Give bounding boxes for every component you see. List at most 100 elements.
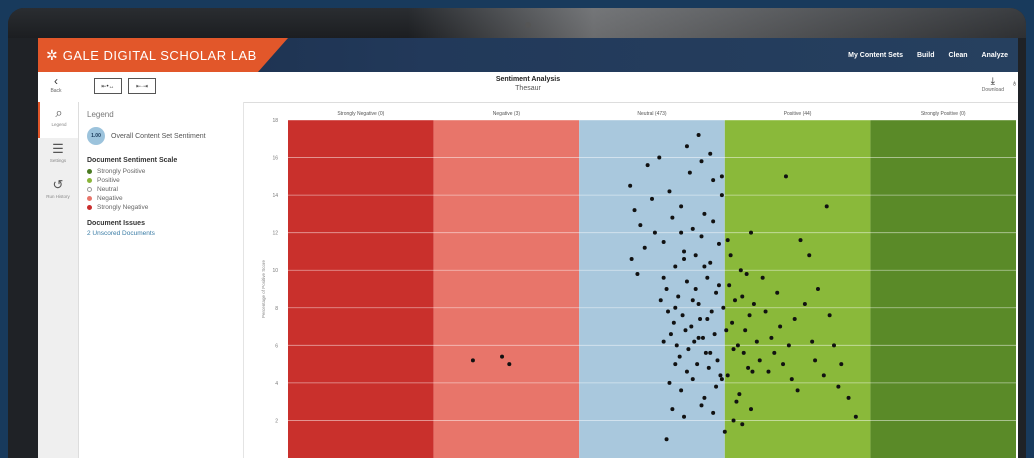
data-point: [683, 328, 688, 333]
overall-sentiment: 1.00 Overall Content Set Sentiment: [87, 127, 235, 145]
brand-logo[interactable]: ✲ GALE DIGITAL SCHOLAR LAB: [38, 38, 288, 72]
data-point: [695, 362, 700, 367]
data-point: [696, 335, 701, 340]
search-icon: ⌕: [55, 105, 63, 120]
scale-label: Strongly Positive: [97, 168, 146, 175]
data-point: [711, 219, 716, 224]
data-point: [718, 373, 723, 378]
data-point: [719, 377, 724, 382]
scale-item-positive: Positive: [87, 176, 235, 185]
data-point: [824, 204, 829, 209]
nav-analyze[interactable]: Analyze: [982, 52, 1008, 59]
data-point: [674, 343, 679, 348]
data-point: [731, 347, 736, 352]
data-point: [772, 350, 777, 355]
scale-label: Strongly Negative: [97, 204, 149, 211]
y-tick-label: 4: [275, 381, 278, 387]
data-point: [645, 163, 650, 168]
data-point: [846, 395, 851, 400]
info-icon[interactable]: ♁: [1011, 78, 1018, 88]
neutral-dot: [87, 187, 92, 192]
data-point: [693, 253, 698, 258]
download-button[interactable]: ⤓ Download: [982, 76, 1004, 93]
data-point: [734, 399, 739, 404]
data-point: [686, 347, 691, 352]
data-point: [740, 422, 745, 427]
y-tick-label: 6: [275, 343, 278, 349]
rail-label-legend: Legend: [51, 122, 67, 127]
data-point: [679, 230, 684, 235]
bezel-top: [8, 8, 1026, 38]
download-label: Download: [981, 87, 1004, 93]
data-point: [743, 328, 748, 333]
data-point: [708, 151, 713, 156]
rail-item-history[interactable]: ↺ Run History: [38, 174, 78, 210]
data-point: [725, 238, 730, 243]
data-point: [702, 264, 707, 269]
data-point: [698, 317, 703, 322]
scale-label: Neutral: [97, 186, 118, 193]
scale-label: Positive: [97, 177, 120, 184]
data-point: [703, 350, 708, 355]
data-point: [781, 362, 786, 367]
data-point: [638, 223, 643, 228]
band-label: Negative (3): [493, 111, 521, 117]
data-point: [500, 354, 505, 359]
data-point: [708, 260, 713, 265]
band-label: Neutral (473): [637, 111, 667, 117]
data-point: [668, 332, 673, 337]
rail-item-settings[interactable]: ☰ Settings: [38, 138, 78, 174]
data-point: [722, 429, 727, 434]
data-point: [680, 313, 685, 318]
data-point: [728, 253, 733, 258]
nav-clean[interactable]: Clean: [948, 52, 967, 59]
data-point: [699, 159, 704, 164]
band-3: [724, 120, 871, 458]
page-subtitle: Thesaur: [515, 85, 541, 92]
data-point: [754, 339, 759, 344]
overall-badge: 1.00: [87, 127, 105, 145]
band-0: [288, 120, 434, 458]
y-tick-label: 18: [272, 118, 278, 124]
data-point: [689, 324, 694, 329]
page-title: Sentiment Analysis: [495, 76, 561, 83]
toolbar: ‹ Back ⇤•↔ ⇤·⇥ Sentiment Analysis Thesau…: [38, 72, 1018, 103]
data-point: [690, 298, 695, 303]
data-point: [687, 170, 692, 175]
chart-svg: Strongly Negative (0) Negative (3) Neutral…: [261, 111, 1016, 458]
data-point: [693, 287, 698, 291]
data-point: [652, 230, 657, 235]
data-point: [696, 302, 701, 307]
data-point: [682, 249, 687, 254]
data-point: [783, 174, 788, 179]
y-tick-label: 16: [272, 156, 278, 162]
data-point: [667, 189, 672, 194]
nav-build[interactable]: Build: [917, 52, 935, 59]
page-title-block: Sentiment Analysis Thesaur: [38, 76, 1018, 92]
strongly-positive-dot: [87, 169, 92, 174]
data-point: [778, 324, 783, 329]
data-point: [740, 294, 745, 299]
data-point: [741, 350, 746, 355]
data-point: [696, 133, 701, 138]
data-point: [749, 407, 754, 412]
rail-item-legend[interactable]: ⌕ Legend: [38, 102, 78, 138]
y-tick-label: 12: [272, 231, 278, 237]
unscored-documents-link[interactable]: 2 Unscored Documents: [87, 230, 235, 237]
rail-label-history: Run History: [46, 194, 70, 199]
data-point: [719, 193, 724, 198]
data-point: [699, 234, 704, 239]
data-point: [853, 414, 858, 419]
data-point: [757, 358, 762, 363]
left-rail: ⌕ Legend ☰ Settings ↺ Run History: [38, 102, 79, 458]
band-1: [433, 120, 580, 458]
top-nav: My Content Sets Build Clean Analyze: [848, 38, 1008, 72]
data-point: [684, 144, 689, 149]
band-2: [579, 120, 725, 458]
data-point: [682, 414, 687, 419]
data-point: [682, 256, 687, 261]
data-point: [751, 302, 756, 307]
nav-my-content-sets[interactable]: My Content Sets: [848, 52, 903, 59]
data-point: [676, 294, 681, 299]
data-point: [715, 358, 720, 363]
